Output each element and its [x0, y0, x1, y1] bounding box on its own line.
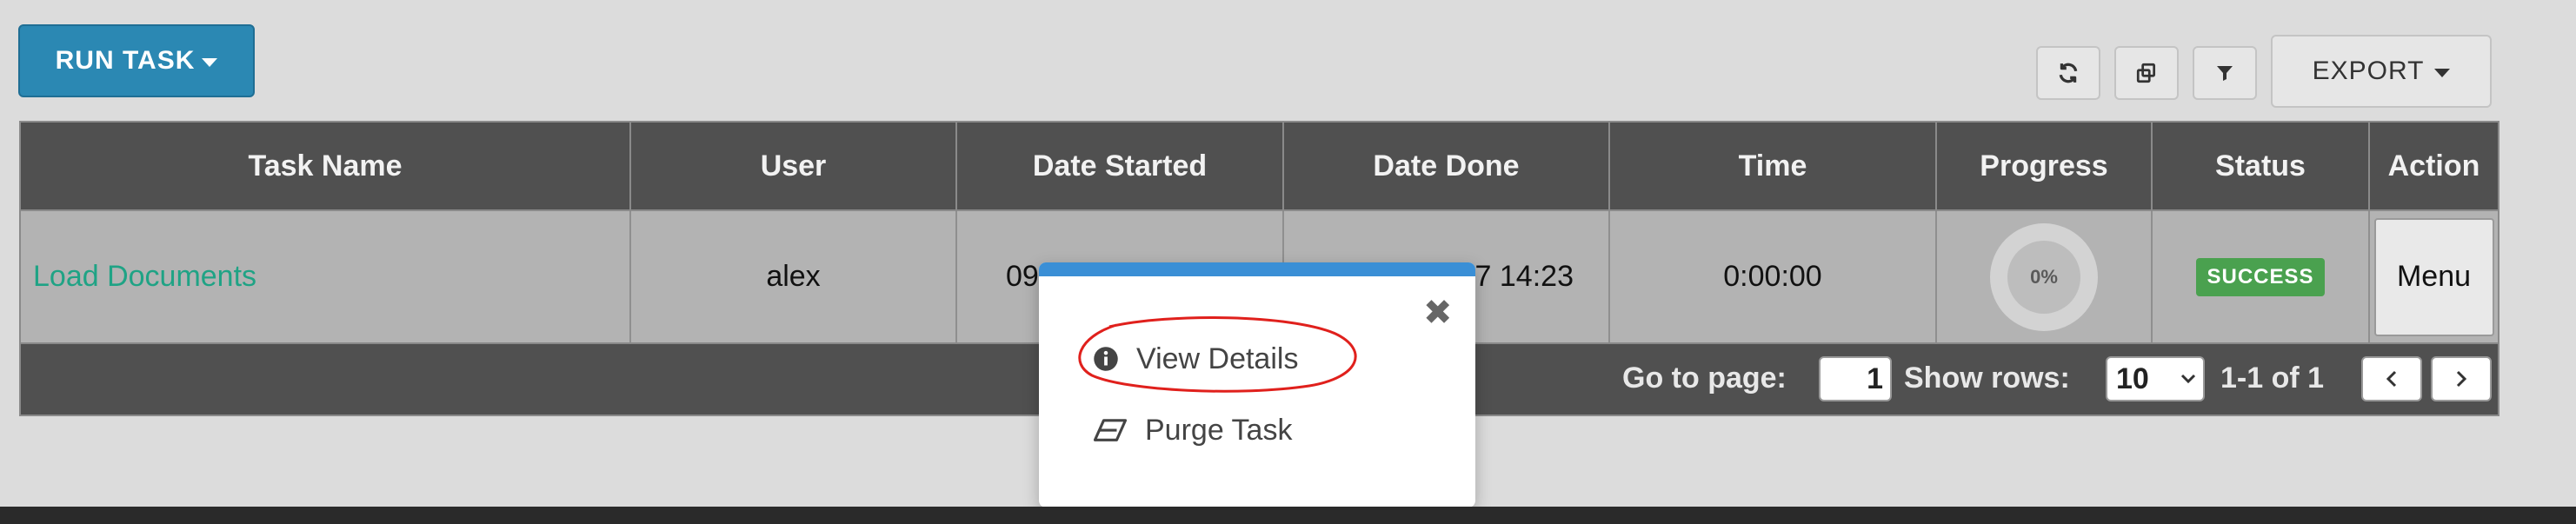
bottom-bar [0, 507, 2576, 524]
copy-button[interactable] [2114, 46, 2179, 100]
next-page-button[interactable] [2431, 356, 2492, 401]
export-button[interactable]: EXPORT [2271, 35, 2492, 108]
header-progress[interactable]: Progress [1937, 123, 2153, 209]
progress-cell: 0% [1937, 211, 2153, 342]
popup-accent-bar [1039, 262, 1475, 276]
view-details-item[interactable]: View Details [1093, 335, 1298, 383]
eraser-icon [1093, 419, 1128, 441]
status-cell: SUCCESS [2153, 211, 2370, 342]
run-task-label: RUN TASK [55, 46, 196, 75]
header-time[interactable]: Time [1610, 123, 1937, 209]
filter-icon [2217, 66, 2233, 81]
info-circle-icon [1094, 347, 1118, 371]
go-to-page-label: Go to page: [1622, 361, 1787, 395]
chevron-right-icon [2456, 370, 2467, 388]
chevron-left-icon [2386, 370, 2397, 388]
row-menu-button[interactable]: Menu [2373, 217, 2494, 336]
rows-per-page-select[interactable]: 10 [2106, 356, 2205, 401]
prev-page-button[interactable] [2361, 356, 2422, 401]
action-popup-menu: ✖ View Details Purge Task [1039, 262, 1475, 507]
action-cell: Menu [2370, 211, 2498, 342]
header-task-name[interactable]: Task Name [21, 123, 631, 209]
header-action: Action [2387, 149, 2480, 182]
close-icon[interactable]: ✖ [1423, 295, 1453, 330]
header-date-done[interactable]: Date Done [1284, 123, 1610, 209]
caret-down-icon [2434, 69, 2451, 77]
filter-button[interactable] [2193, 46, 2257, 100]
purge-task-item[interactable]: Purge Task [1093, 406, 1292, 454]
time-cell: 0:00:00 [1610, 211, 1937, 342]
header-date-started[interactable]: Date Started [957, 123, 1284, 209]
rows-per-page-value: 10 [2116, 361, 2149, 395]
run-task-button[interactable]: RUN TASK [18, 24, 255, 97]
refresh-icon [2059, 63, 2078, 83]
purge-task-label: Purge Task [1145, 413, 1293, 447]
chevron-down-icon [2180, 374, 2196, 384]
status-badge: SUCCESS [2196, 257, 2325, 296]
refresh-button[interactable] [2036, 46, 2100, 100]
show-rows-label: Show rows: [1904, 361, 2070, 395]
user-cell: alex [631, 211, 957, 342]
export-label: EXPORT [2312, 56, 2425, 85]
page-number-input[interactable] [1819, 356, 1892, 401]
page-range-text: 1-1 of 1 [2220, 361, 2325, 395]
copy-icon [2136, 63, 2156, 83]
header-user[interactable]: User [631, 123, 957, 209]
progress-label: 0% [2007, 240, 2080, 314]
task-name-link[interactable]: Load Documents [21, 211, 631, 342]
caret-down-icon [202, 58, 218, 67]
progress-ring: 0% [1990, 222, 2098, 331]
view-details-label: View Details [1136, 342, 1299, 375]
header-status[interactable]: Status [2153, 123, 2370, 209]
